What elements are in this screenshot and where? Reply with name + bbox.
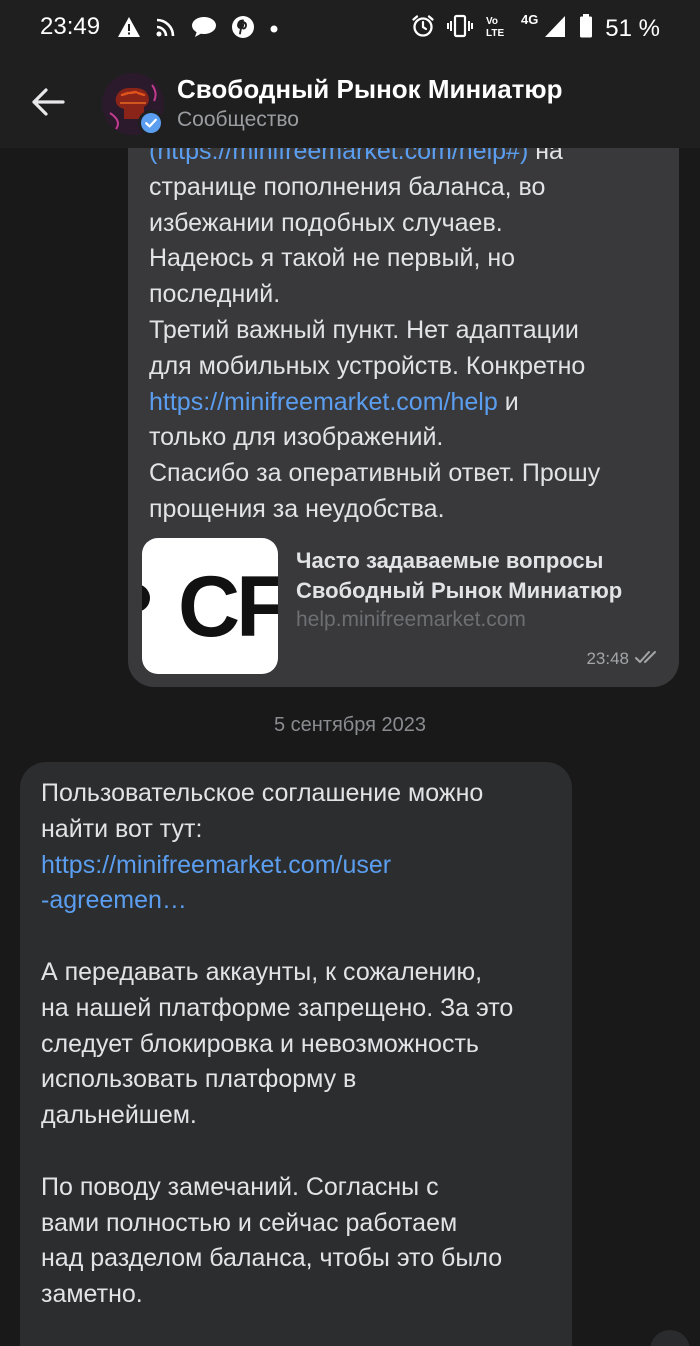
back-button[interactable] [26,80,70,124]
message-text-run: избежании подобных случаев. [149,208,503,237]
message-line [41,919,552,955]
message-text-run: Третий важный пункт. Нет адаптации [149,315,579,344]
message-text-run: Пользовательское соглашение можно [41,779,484,807]
message-line: только для изображений. [149,420,659,456]
message-line: дальнейшем. [41,1098,552,1134]
message-text-run: вами полностью и сейчас работаем [41,1208,458,1237]
message-text: (https://minifreemarket.com/help#) на стр… [149,134,659,528]
message-line: следует блокировка и невозможность [41,1027,552,1063]
svg-text:LTE: LTE [486,28,504,39]
link-preview-domain: help.minifreemarket.com [296,608,526,631]
message-text-run: Надеюсь я такой не первый, но [149,244,516,273]
signal-4g-icon: 4G [521,12,567,44]
message-meta: 23:48 [586,649,661,669]
svg-text:4G: 4G [521,13,538,27]
chat-bubble-icon [191,16,217,43]
message-text: Пользовательское соглашение можно найти в… [41,776,552,1313]
outgoing-message[interactable]: (https://minifreemarket.com/help#) на стр… [128,64,679,687]
message-link[interactable]: -agreemen… [41,886,187,914]
message-text-run: странице пополнения баланса, во [149,172,546,201]
link-preview-title: Часто задаваемые вопросы Свободный Рынок… [296,548,623,603]
message-text-run: найти вот тут: [41,814,203,843]
pinterest-icon [231,15,255,44]
message-text-run: По поводу замечаний. Согласны с [41,1172,439,1201]
message-line: Третий важный пункт. Нет адаптации [149,313,659,349]
message-text-run: на нашей платформе запрещено. За это [41,993,514,1022]
message-line: прощения за неудобства. [149,492,659,528]
message-line: -agreemen… [41,883,552,919]
battery-icon [579,14,593,43]
message-time: 23:48 [586,649,629,668]
message-text-run: заметно. [41,1280,143,1309]
status-time: 23:49 [40,13,101,40]
dot-icon [269,21,279,39]
alarm-icon [411,14,435,43]
message-text-run: дальнейшем. [41,1101,197,1130]
date-separator: 5 сентября 2023 [273,714,427,736]
message-line: https://minifreemarket.com/user [41,848,552,884]
message-text-run: и [497,387,519,416]
system-icons: Vo LTE 4G 51 % [411,12,660,44]
link-preview-thumbnail: CF [142,538,278,674]
logo-text: CF [178,559,278,655]
message-line: вами полностью и сейчас работаем [41,1206,552,1242]
message-line: использовать платформу в [41,1062,552,1098]
link-preview[interactable]: CF Часто задаваемые вопросы Свободный Ры… [142,538,662,674]
battery-percent: 51 % [605,14,660,42]
message-line: странице пополнения баланса, во [149,170,659,206]
arrow-left-icon [32,88,65,116]
logo-shape [142,584,150,612]
message-line: на нашей платформе запрещено. За это [41,991,552,1027]
chat-subtitle: Сообщество [177,108,299,131]
vibrate-icon [447,14,474,43]
message-text-run: только для изображений. [149,423,444,452]
svg-text:Vo: Vo [486,16,498,27]
message-text-run: последний. [149,280,281,309]
verified-badge [138,110,164,136]
verified-check-icon [141,113,161,133]
chat-header: Свободный Рынок Миниатюр Сообщество [0,56,700,148]
message-line: для мобильных устройств. Конкретно [149,349,659,385]
warning-icon [117,16,141,43]
message-line: https://minifreemarket.com/help и [149,385,659,421]
message-text-run: Спасибо за оперативный ответ. Прошу [149,459,601,488]
incoming-message[interactable]: Пользовательское соглашение можно найти в… [20,762,572,1346]
message-text-run: над разделом баланса, чтобы это было [41,1244,503,1273]
message-text-run: следует блокировка и невозможность [41,1029,479,1058]
chat-screen: (https://minifreemarket.com/help#) на стр… [0,0,700,1346]
message-line: Пользовательское соглашение можно [41,776,552,812]
notification-icons [117,15,279,44]
message-line: найти вот тут: [41,812,552,848]
message-text-run: прощения за неудобства. [149,494,445,523]
message-text-run: для мобильных устройств. Конкретно [149,351,586,380]
message-line: заметно. [41,1277,552,1313]
message-line: последний. [149,277,659,313]
message-text-run: использовать платформу в [41,1065,357,1094]
message-line: над разделом баланса, чтобы это было [41,1241,552,1277]
volte-icon: Vo LTE [485,13,509,44]
message-link[interactable]: https://minifreemarket.com/help [149,388,498,416]
chat-title[interactable]: Свободный Рынок Миниатюр [177,74,563,105]
status-bar: 23:49 Vo LTE 4G 51 % [0,0,700,56]
cast-icon [155,16,177,43]
message-text-run: А передавать аккаунты, к сожалению, [41,957,483,986]
message-list[interactable]: (https://minifreemarket.com/help#) на стр… [0,0,700,1346]
message-line: По поводу замечаний. Согласны с [41,1170,552,1206]
message-line: Спасибо за оперативный ответ. Прошу [149,456,659,492]
message-line [41,1134,552,1170]
scroll-down-button[interactable] [650,1330,690,1346]
double-check-icon [635,649,661,669]
message-line: А передавать аккаунты, к сожалению, [41,955,552,991]
message-line: Надеюсь я такой не первый, но [149,241,659,277]
message-line: избежании подобных случаев. [149,206,659,242]
message-link[interactable]: https://minifreemarket.com/user [41,851,391,879]
